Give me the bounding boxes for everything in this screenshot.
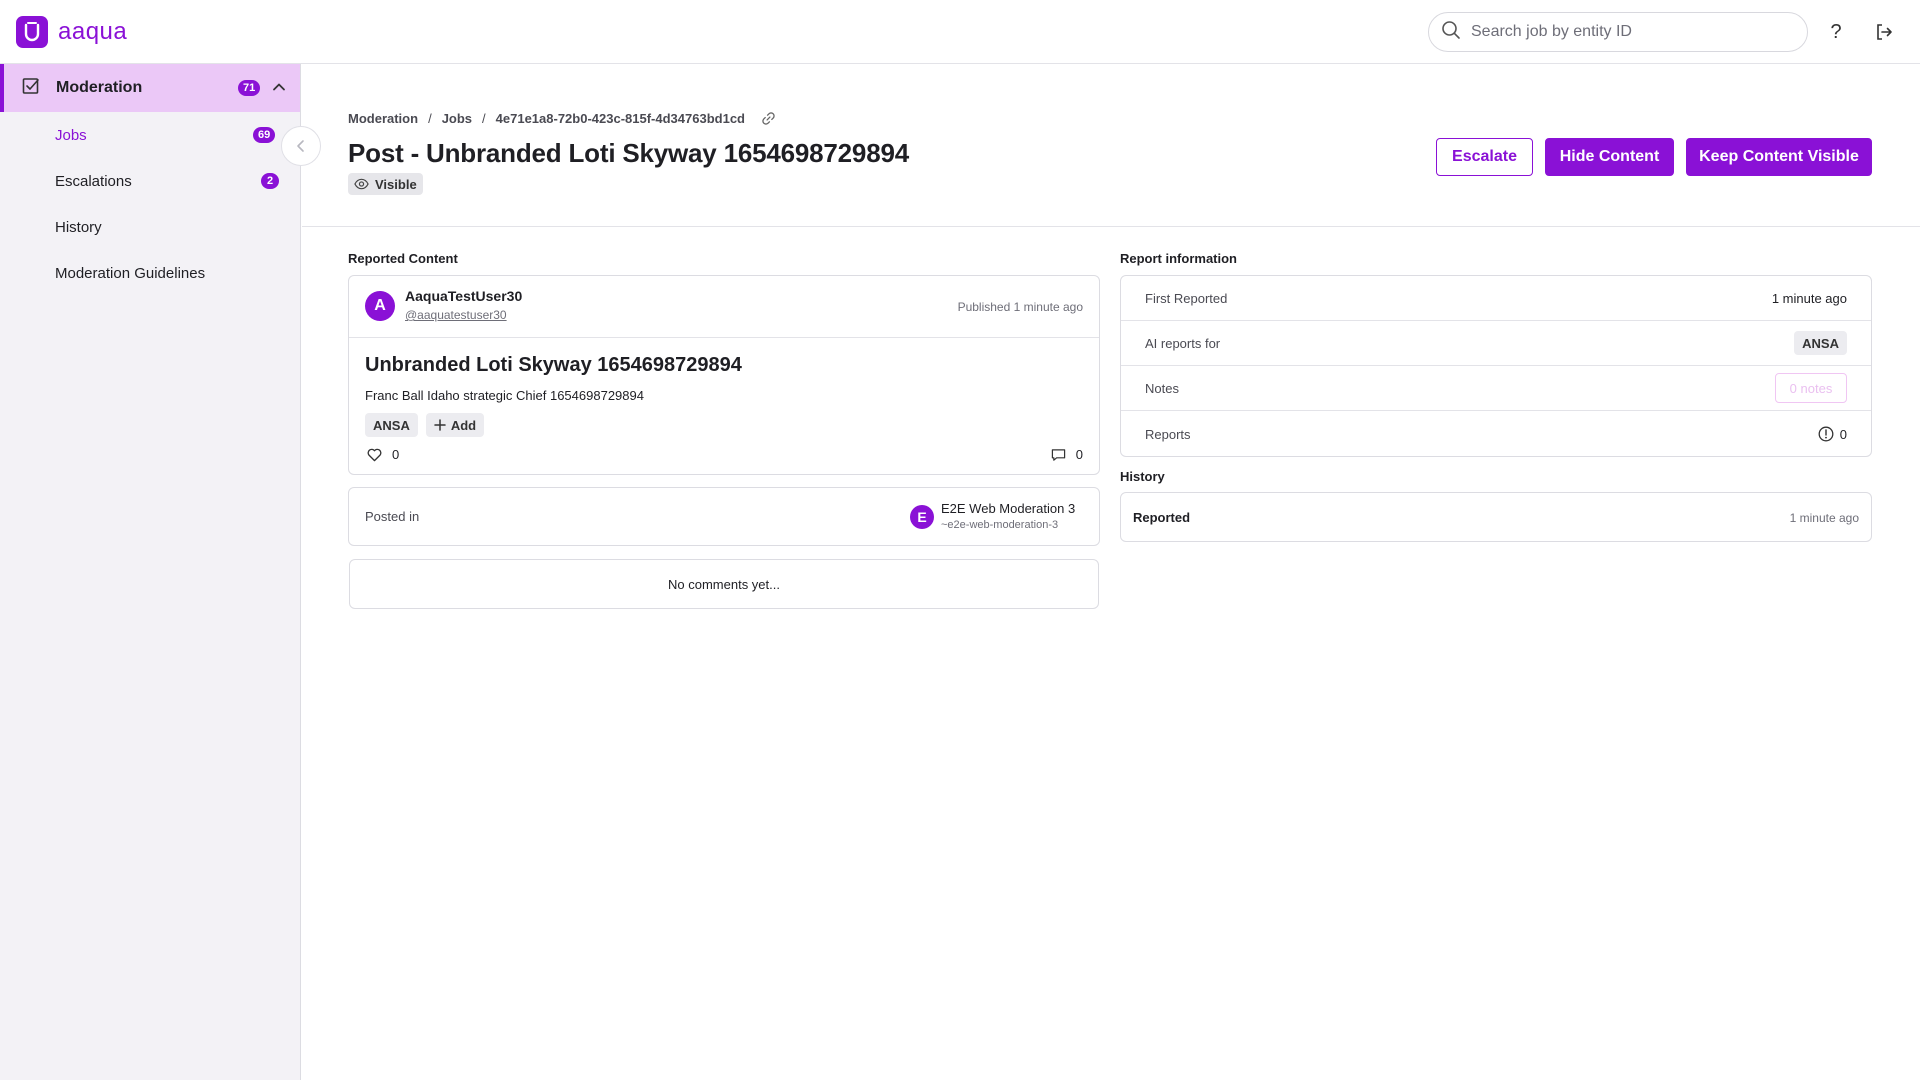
escalations-count-badge: 2 xyxy=(261,173,279,189)
help-icon[interactable]: ? xyxy=(1824,20,1848,44)
published-time: Published 1 minute ago xyxy=(957,300,1083,314)
breadcrumb-separator: / xyxy=(482,111,486,126)
jobs-count-badge: 69 xyxy=(253,127,276,143)
sidebar-item-label: Jobs xyxy=(55,126,87,144)
add-tag-label: Add xyxy=(450,417,477,433)
community-name[interactable]: E2E Web Moderation 3 xyxy=(941,501,1075,516)
chevron-up-icon[interactable] xyxy=(272,80,286,99)
sidebar-section-moderation[interactable]: Moderation 71 xyxy=(0,64,300,112)
top-bar: aaqua ? xyxy=(0,0,1920,64)
checkbox-icon xyxy=(22,77,40,100)
page-title: Post - Unbranded Loti Skyway 16546987298… xyxy=(348,138,909,168)
posted-in-label: Posted in xyxy=(365,509,420,524)
plus-icon xyxy=(434,419,446,431)
sidebar: Moderation 71 Jobs 69 Escalations 2 Hist… xyxy=(0,64,301,1080)
comments-card: No comments yet... xyxy=(349,559,1099,609)
reports-label: Reports xyxy=(1145,426,1191,442)
likes-count: 0 xyxy=(392,447,400,462)
search-icon xyxy=(1441,20,1461,45)
notes-row: Notes 0 notes xyxy=(1121,366,1871,411)
sidebar-item-escalations[interactable]: Escalations 2 xyxy=(0,158,300,204)
sidebar-section-label: Moderation xyxy=(56,79,143,96)
sidebar-item-jobs[interactable]: Jobs 69 xyxy=(0,112,300,158)
author-handle[interactable]: @aaquatestuser30 xyxy=(405,308,507,322)
info-circle-icon[interactable] xyxy=(1818,426,1834,442)
sidebar-item-history[interactable]: History xyxy=(0,204,300,250)
tag-chip: ANSA xyxy=(365,413,418,437)
chevron-left-icon xyxy=(297,140,304,152)
breadcrumb-separator: / xyxy=(428,111,432,126)
logo[interactable]: aaqua xyxy=(16,16,127,48)
posted-in-card: Posted in E E2E Web Moderation 3 ~e2e-we… xyxy=(348,487,1100,546)
ai-reports-label: AI reports for xyxy=(1145,335,1221,351)
status-label: Visible xyxy=(375,176,417,192)
ai-report-tag: ANSA xyxy=(1794,331,1847,355)
add-tag-button[interactable]: Add xyxy=(425,413,485,437)
likes-counter[interactable]: 0 xyxy=(367,447,399,462)
logo-mark-icon xyxy=(16,16,48,48)
moderation-count-badge: 71 xyxy=(238,80,261,96)
link-icon[interactable] xyxy=(761,111,776,126)
post-body: Franc Ball Idaho strategic Chief 1654698… xyxy=(365,388,644,403)
comments-count: 0 xyxy=(1075,447,1083,462)
community-handle: ~e2e-web-moderation-3 xyxy=(941,519,1059,531)
reported-content-heading: Reported Content xyxy=(348,251,458,266)
visibility-status-badge: Visible xyxy=(348,173,423,195)
logout-icon[interactable] xyxy=(1872,20,1896,44)
post-tags: ANSA Add xyxy=(365,413,485,437)
history-card: Reported 1 minute ago xyxy=(1120,492,1872,542)
notes-label: Notes xyxy=(1145,380,1179,396)
history-entry-time: 1 minute ago xyxy=(1789,511,1859,525)
report-info-card: First Reported 1 minute ago AI reports f… xyxy=(1120,275,1872,457)
notes-button[interactable]: 0 notes xyxy=(1775,373,1847,403)
page-header: Moderation / Jobs / 4e71e1a8-72b0-423c-8… xyxy=(302,64,1920,227)
ai-reports-row: AI reports for ANSA xyxy=(1121,321,1871,366)
sidebar-item-label: Moderation Guidelines xyxy=(55,264,206,282)
breadcrumb: Moderation / Jobs / 4e71e1a8-72b0-423c-8… xyxy=(348,111,776,126)
history-entry-label: Reported xyxy=(1133,510,1191,525)
breadcrumb-job-id: 4e71e1a8-72b0-423c-815f-4d34763bd1cd xyxy=(495,111,745,126)
community-avatar[interactable]: E xyxy=(910,505,934,529)
first-reported-label: First Reported xyxy=(1145,290,1228,306)
heart-icon xyxy=(367,448,382,462)
comment-icon xyxy=(1051,448,1066,462)
search-input[interactable] xyxy=(1471,23,1791,41)
breadcrumb-jobs[interactable]: Jobs xyxy=(442,111,472,126)
reports-row: Reports 0 xyxy=(1121,411,1871,456)
post-card: A AaquaTestUser30 @aaquatestuser30 Publi… xyxy=(348,275,1100,475)
post-title: Unbranded Loti Skyway 1654698729894 xyxy=(365,354,742,376)
eye-icon xyxy=(354,178,369,190)
author-name[interactable]: AaquaTestUser30 xyxy=(405,288,522,304)
first-reported-row: First Reported 1 minute ago xyxy=(1121,276,1871,321)
sidebar-item-label: History xyxy=(55,218,102,236)
sidebar-item-label: Escalations xyxy=(55,172,132,190)
collapse-sidebar-button[interactable] xyxy=(281,126,321,166)
first-reported-value: 1 minute ago xyxy=(1771,290,1847,306)
comments-counter[interactable]: 0 xyxy=(1051,447,1083,462)
avatar[interactable]: A xyxy=(365,291,395,321)
post-author-row: A AaquaTestUser30 @aaquatestuser30 Publi… xyxy=(349,276,1099,338)
history-heading: History xyxy=(1120,469,1165,484)
logo-text: aaqua xyxy=(58,18,128,45)
escalate-button[interactable]: Escalate xyxy=(1436,138,1533,176)
sidebar-item-moderation-guidelines[interactable]: Moderation Guidelines xyxy=(0,250,300,296)
breadcrumb-moderation[interactable]: Moderation xyxy=(348,111,418,126)
no-comments-text: No comments yet... xyxy=(668,576,780,592)
report-information-heading: Report information xyxy=(1120,251,1237,266)
keep-content-visible-button[interactable]: Keep Content Visible xyxy=(1686,138,1872,176)
search-box[interactable] xyxy=(1428,12,1808,52)
reports-count: 0 xyxy=(1839,426,1847,442)
hide-content-button[interactable]: Hide Content xyxy=(1545,138,1674,176)
